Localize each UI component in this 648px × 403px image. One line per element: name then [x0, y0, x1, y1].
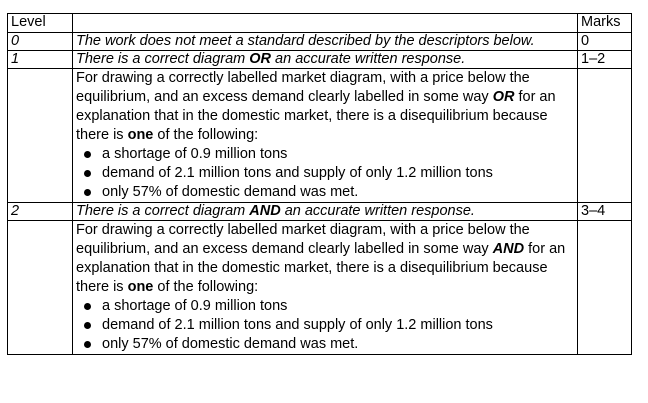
level-cell: 0: [7, 32, 73, 51]
summary-conjunction: AND: [249, 203, 281, 219]
list-item: demand of 2.1 million tons and supply of…: [84, 164, 574, 183]
level-descriptor: For drawing a correctly labelled market …: [72, 68, 578, 203]
descriptor-conjunction: AND: [492, 241, 525, 257]
summary-text: There is a correct diagram: [76, 51, 250, 67]
table-row: 2 There is a correct diagram AND an accu…: [7, 202, 632, 221]
descriptor-emphasis: one: [127, 127, 154, 143]
table-row: 0 The work does not meet a standard desc…: [7, 32, 632, 51]
table-row: 1 There is a correct diagram OR an accur…: [7, 50, 632, 69]
list-item: a shortage of 0.9 million tons: [84, 145, 574, 164]
descriptor-paragraph: For drawing a correctly labelled market …: [76, 69, 574, 145]
level-cell-empty: [7, 68, 73, 203]
descriptor-text: of the following:: [153, 127, 259, 143]
summary-conjunction: OR: [249, 51, 272, 67]
descriptor-text: of the following:: [153, 279, 259, 295]
list-item: only 57% of domestic demand was met.: [84, 335, 574, 354]
descriptor-text: For drawing a correctly labelled market …: [76, 222, 530, 257]
level-header: Level: [7, 13, 73, 33]
marks-cell: 3–4: [577, 202, 632, 221]
marks-cell-empty: [577, 68, 632, 203]
level-summary: There is a correct diagram OR an accurat…: [72, 50, 578, 69]
list-item: a shortage of 0.9 million tons: [84, 297, 574, 316]
descriptor-paragraph: For drawing a correctly labelled market …: [76, 221, 574, 297]
bullet-list: a shortage of 0.9 million tons demand of…: [76, 145, 574, 202]
descriptor-conjunction: OR: [492, 89, 515, 105]
header-row: Level Marks: [7, 13, 632, 33]
marks-cell: 0: [577, 32, 632, 51]
table-row: For drawing a correctly labelled market …: [7, 220, 632, 355]
list-item: only 57% of domestic demand was met.: [84, 183, 574, 202]
level-cell: 1: [7, 50, 73, 69]
level-cell-empty: [7, 220, 73, 355]
level-summary: There is a correct diagram AND an accura…: [72, 202, 578, 221]
bullet-list: a shortage of 0.9 million tons demand of…: [76, 297, 574, 354]
summary-text: an accurate written response.: [271, 51, 466, 67]
description-header: [72, 13, 578, 33]
summary-text: an accurate written response.: [280, 203, 475, 219]
level-summary: The work does not meet a standard descri…: [72, 32, 578, 51]
marks-header: Marks: [577, 13, 632, 33]
marks-cell-empty: [577, 220, 632, 355]
marks-cell: 1–2: [577, 50, 632, 69]
table-row: For drawing a correctly labelled market …: [7, 68, 632, 203]
descriptor-emphasis: one: [127, 279, 154, 295]
summary-text: There is a correct diagram: [76, 203, 250, 219]
descriptor-text: For drawing a correctly labelled market …: [76, 70, 530, 105]
level-descriptor: For drawing a correctly labelled market …: [72, 220, 578, 355]
list-item: demand of 2.1 million tons and supply of…: [84, 316, 574, 335]
markscheme-table: Level Marks 0 The work does not meet a s…: [7, 13, 632, 355]
level-cell: 2: [7, 202, 73, 221]
